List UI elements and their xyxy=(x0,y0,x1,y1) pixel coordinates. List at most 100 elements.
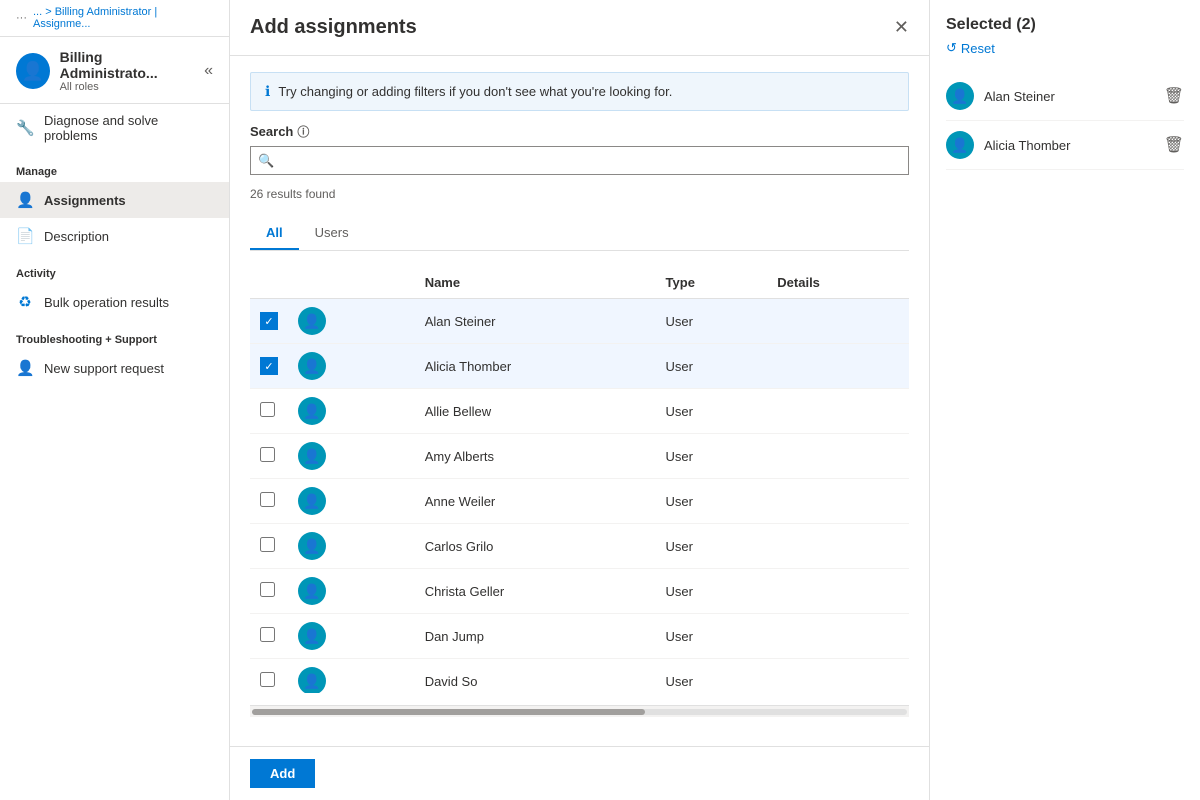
search-icon: 🔍 xyxy=(258,153,274,169)
row-type: User xyxy=(656,614,768,659)
sidebar-nav-bulk[interactable]: ♻ Bulk operation results xyxy=(0,284,229,320)
row-checkbox-cell[interactable] xyxy=(250,389,288,434)
tab-users[interactable]: Users xyxy=(299,217,365,250)
row-name: Anne Weiler xyxy=(415,479,656,524)
row-checkbox-cell[interactable] xyxy=(250,659,288,694)
delete-user-button[interactable]: 🗑 xyxy=(1164,135,1184,155)
sidebar-avatar-icon: 👤 xyxy=(16,53,50,89)
col-checkbox xyxy=(250,267,288,299)
sidebar-nav-description[interactable]: 📄 Description xyxy=(0,218,229,254)
row-details xyxy=(767,524,909,569)
sidebar-header: 👤 Billing Administrato... All roles « xyxy=(0,37,229,104)
row-details xyxy=(767,569,909,614)
sidebar-title-group: Billing Administrato... All roles xyxy=(60,49,195,93)
row-details xyxy=(767,299,909,344)
row-type: User xyxy=(656,479,768,524)
row-details xyxy=(767,389,909,434)
avatar: 👤 xyxy=(298,307,326,335)
horizontal-scrollbar[interactable] xyxy=(250,705,909,717)
avatar: 👤 xyxy=(298,667,326,693)
table-row: 👤 Carlos Grilo User xyxy=(250,524,909,569)
row-details xyxy=(767,479,909,524)
delete-user-button[interactable]: 🗑 xyxy=(1164,86,1184,106)
checkbox[interactable] xyxy=(260,537,275,552)
row-checkbox-cell[interactable] xyxy=(250,569,288,614)
modal-container: Add assignments ✕ ℹ Try changing or addi… xyxy=(230,0,1200,800)
modal-title: Add assignments xyxy=(250,16,417,39)
row-type: User xyxy=(656,344,768,389)
row-details xyxy=(767,614,909,659)
search-section: Search ⓘ 🔍 xyxy=(250,123,909,175)
sidebar-nav-diagnose[interactable]: 🔧 Diagnose and solve problems xyxy=(0,104,229,152)
checkbox-checked[interactable]: ✓ xyxy=(260,357,278,375)
checkbox[interactable] xyxy=(260,402,275,417)
search-label: Search ⓘ xyxy=(250,123,909,140)
checkbox[interactable] xyxy=(260,447,275,462)
table-scroll-container[interactable]: Name Type Details ✓ xyxy=(250,263,909,693)
checkbox[interactable] xyxy=(260,672,275,687)
doc-icon: 📄 xyxy=(16,227,34,245)
info-icon: ℹ xyxy=(265,83,270,100)
reset-label: Reset xyxy=(961,41,995,56)
row-avatar-cell: 👤 xyxy=(288,524,415,569)
row-name: Allie Bellew xyxy=(415,389,656,434)
modal-footer: Add xyxy=(230,746,929,800)
row-avatar-cell: 👤 xyxy=(288,479,415,524)
row-name: Alicia Thomber xyxy=(415,344,656,389)
breadcrumb-text: ... > Billing Administrator | Assignme..… xyxy=(33,6,213,30)
selected-user-name: Alicia Thomber xyxy=(984,138,1154,153)
recycle-icon: ♻ xyxy=(16,293,34,311)
add-button[interactable]: Add xyxy=(250,759,315,788)
tab-all[interactable]: All xyxy=(250,217,299,250)
selected-avatar: 👤 xyxy=(946,131,974,159)
col-details[interactable]: Details xyxy=(767,267,909,299)
row-checkbox-cell[interactable] xyxy=(250,434,288,479)
info-banner: ℹ Try changing or adding filters if you … xyxy=(250,72,909,111)
selected-panel: Selected (2) ↺ Reset 👤 Alan Steiner 🗑 👤 … xyxy=(930,0,1200,800)
wrench-icon: 🔧 xyxy=(16,119,34,137)
breadcrumb[interactable]: ··· ... > Billing Administrator | Assign… xyxy=(0,0,229,37)
close-button[interactable]: ✕ xyxy=(894,17,909,38)
col-name[interactable]: Name xyxy=(415,267,656,299)
checkbox[interactable] xyxy=(260,492,275,507)
row-checkbox-cell[interactable] xyxy=(250,479,288,524)
checkbox[interactable] xyxy=(260,627,275,642)
breadcrumb-ellipsis: ··· xyxy=(16,12,27,24)
modal-body: ℹ Try changing or adding filters if you … xyxy=(230,56,929,746)
checkbox-checked[interactable]: ✓ xyxy=(260,312,278,330)
checkbox[interactable] xyxy=(260,582,275,597)
modal-header: Add assignments ✕ xyxy=(230,0,929,56)
sidebar-nav-diagnose-label: Diagnose and solve problems xyxy=(44,113,213,143)
scroll-track[interactable] xyxy=(252,709,907,715)
row-checkbox-cell[interactable] xyxy=(250,524,288,569)
row-checkbox-cell[interactable]: ✓ xyxy=(250,299,288,344)
row-type: User xyxy=(656,524,768,569)
table-row: 👤 Allie Bellew User xyxy=(250,389,909,434)
row-checkbox-cell[interactable]: ✓ xyxy=(250,344,288,389)
row-avatar-cell: 👤 xyxy=(288,569,415,614)
scroll-thumb[interactable] xyxy=(252,709,645,715)
sidebar-nav-support[interactable]: 👤 New support request xyxy=(0,350,229,386)
tabs: All Users xyxy=(250,217,909,251)
selected-user-item: 👤 Alicia Thomber 🗑 xyxy=(946,121,1184,170)
table-row: 👤 Christa Geller User xyxy=(250,569,909,614)
collapse-button[interactable]: « xyxy=(204,62,213,80)
avatar: 👤 xyxy=(298,487,326,515)
row-details xyxy=(767,659,909,694)
search-input[interactable] xyxy=(250,146,909,175)
row-checkbox-cell[interactable] xyxy=(250,614,288,659)
table-header-row: Name Type Details xyxy=(250,267,909,299)
table-row: 👤 David So User xyxy=(250,659,909,694)
support-icon: 👤 xyxy=(16,359,34,377)
sidebar-nav-assignments[interactable]: 👤 Assignments xyxy=(0,182,229,218)
row-name: Alan Steiner xyxy=(415,299,656,344)
row-avatar-cell: 👤 xyxy=(288,299,415,344)
row-type: User xyxy=(656,569,768,614)
person-icon: 👤 xyxy=(16,191,34,209)
reset-button[interactable]: ↺ Reset xyxy=(946,40,1184,56)
row-name: Amy Alberts xyxy=(415,434,656,479)
col-type[interactable]: Type xyxy=(656,267,768,299)
section-manage: Manage xyxy=(0,152,229,182)
results-count: 26 results found xyxy=(250,187,909,201)
row-name: Christa Geller xyxy=(415,569,656,614)
